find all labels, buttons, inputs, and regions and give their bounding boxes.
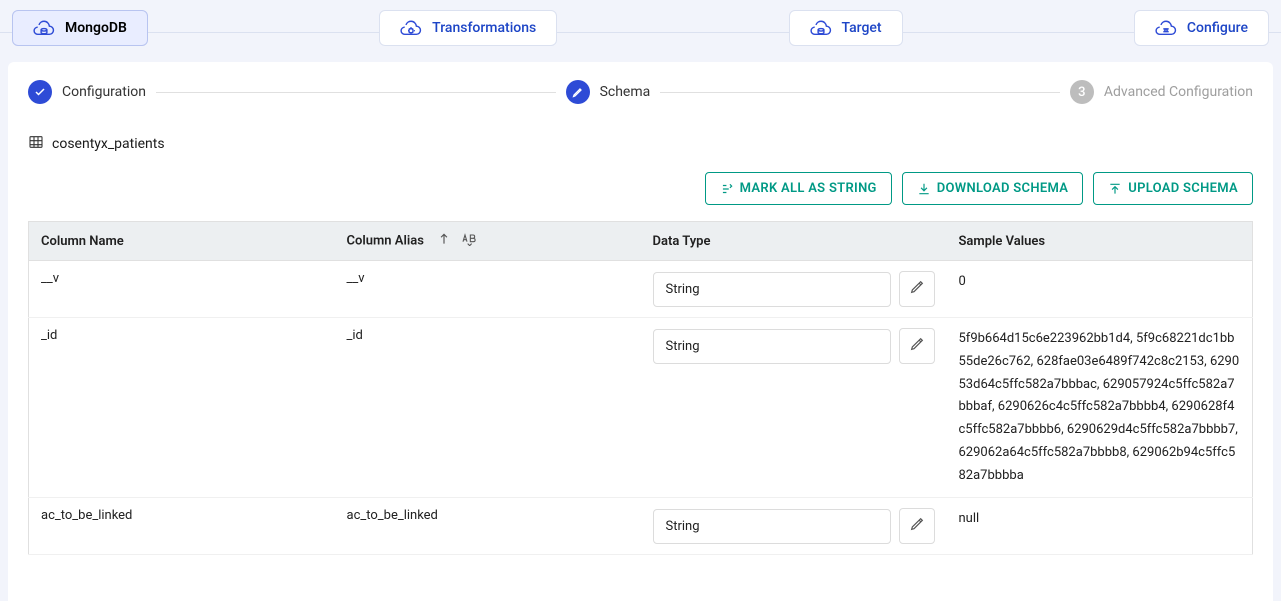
target-cloud-icon <box>810 19 832 37</box>
edit-data-type-button[interactable] <box>899 271 935 307</box>
cell-column-alias: _id <box>335 318 641 498</box>
tab-mongodb[interactable]: MongoDB <box>12 10 148 46</box>
step-schema-label: Schema <box>600 84 651 100</box>
schema-table: Column Name Column Alias Data Type Sampl… <box>28 221 1253 555</box>
data-type-input[interactable] <box>653 272 891 307</box>
step-number-icon: 3 <box>1070 80 1094 104</box>
step-configuration-label: Configuration <box>62 84 146 100</box>
mark-all-string-button[interactable]: MARK ALL AS STRING <box>705 172 892 205</box>
th-data-type: Data Type <box>641 222 947 261</box>
table-name-label: cosentyx_patients <box>52 136 165 152</box>
sort-icon[interactable] <box>437 232 451 250</box>
step-configuration[interactable]: Configuration <box>28 80 146 104</box>
data-type-input[interactable] <box>653 329 891 364</box>
download-schema-label: DOWNLOAD SCHEMA <box>937 181 1069 196</box>
tab-mongodb-label: MongoDB <box>65 20 127 36</box>
step-advanced-label: Advanced Configuration <box>1104 84 1253 100</box>
cell-column-alias: __v <box>335 261 641 318</box>
database-cloud-icon <box>33 19 55 37</box>
upload-schema-button[interactable]: UPLOAD SCHEMA <box>1093 172 1253 205</box>
download-schema-button[interactable]: DOWNLOAD SCHEMA <box>902 172 1084 205</box>
cell-data-type <box>641 261 947 318</box>
tab-transformations-label: Transformations <box>432 20 536 36</box>
th-column-name: Column Name <box>29 222 335 261</box>
action-bar: MARK ALL AS STRING DOWNLOAD SCHEMA UPLOA… <box>28 172 1253 205</box>
tab-target[interactable]: Target <box>789 10 903 46</box>
table-row: _id_id 5f9b664d15c6e223962bb1d4, 5f9c6822… <box>29 318 1253 498</box>
data-type-input[interactable] <box>653 509 891 544</box>
pencil-icon <box>909 516 925 536</box>
tab-target-label: Target <box>842 20 882 36</box>
cell-data-type <box>641 318 947 498</box>
upload-schema-label: UPLOAD SCHEMA <box>1128 181 1238 196</box>
main-card: Configuration Schema 3 Advanced Configur… <box>8 62 1273 601</box>
cell-column-name: __v <box>29 261 335 318</box>
check-icon <box>28 80 52 104</box>
table-grid-icon <box>28 134 44 154</box>
tab-configure-label: Configure <box>1187 20 1248 36</box>
edit-data-type-button[interactable] <box>899 328 935 364</box>
transform-cloud-icon <box>400 19 422 37</box>
table-row: ac_to_be_linkedac_to_be_linked null <box>29 498 1253 555</box>
step-schema[interactable]: Schema <box>566 80 651 104</box>
tab-transformations[interactable]: Transformations <box>379 10 557 46</box>
table-name-row: cosentyx_patients <box>28 134 1253 154</box>
mark-all-string-label: MARK ALL AS STRING <box>740 181 877 196</box>
th-sample-values: Sample Values <box>947 222 1253 261</box>
cell-column-alias: ac_to_be_linked <box>335 498 641 555</box>
cell-sample-values: null <box>947 498 1253 555</box>
case-icon[interactable] <box>461 232 477 250</box>
cell-column-name: _id <box>29 318 335 498</box>
th-column-alias: Column Alias <box>335 222 641 261</box>
tab-configure[interactable]: Configure <box>1134 10 1269 46</box>
cell-sample-values: 5f9b664d15c6e223962bb1d4, 5f9c68221dc1bb… <box>947 318 1253 498</box>
configure-cloud-icon <box>1155 19 1177 37</box>
cell-sample-values: 0 <box>947 261 1253 318</box>
pencil-icon <box>909 279 925 299</box>
step-advanced[interactable]: 3 Advanced Configuration <box>1070 80 1253 104</box>
pencil-icon <box>909 336 925 356</box>
step-line <box>660 92 1060 93</box>
pipeline-tab-bar: MongoDB Transformations Target <box>0 0 1281 46</box>
edit-data-type-button[interactable] <box>899 508 935 544</box>
table-row: __v__v 0 <box>29 261 1253 318</box>
cell-column-name: ac_to_be_linked <box>29 498 335 555</box>
cell-data-type <box>641 498 947 555</box>
pencil-icon <box>566 80 590 104</box>
table-header-row: Column Name Column Alias Data Type Sampl… <box>29 222 1253 261</box>
stepper: Configuration Schema 3 Advanced Configur… <box>28 80 1253 104</box>
step-line <box>156 92 556 93</box>
